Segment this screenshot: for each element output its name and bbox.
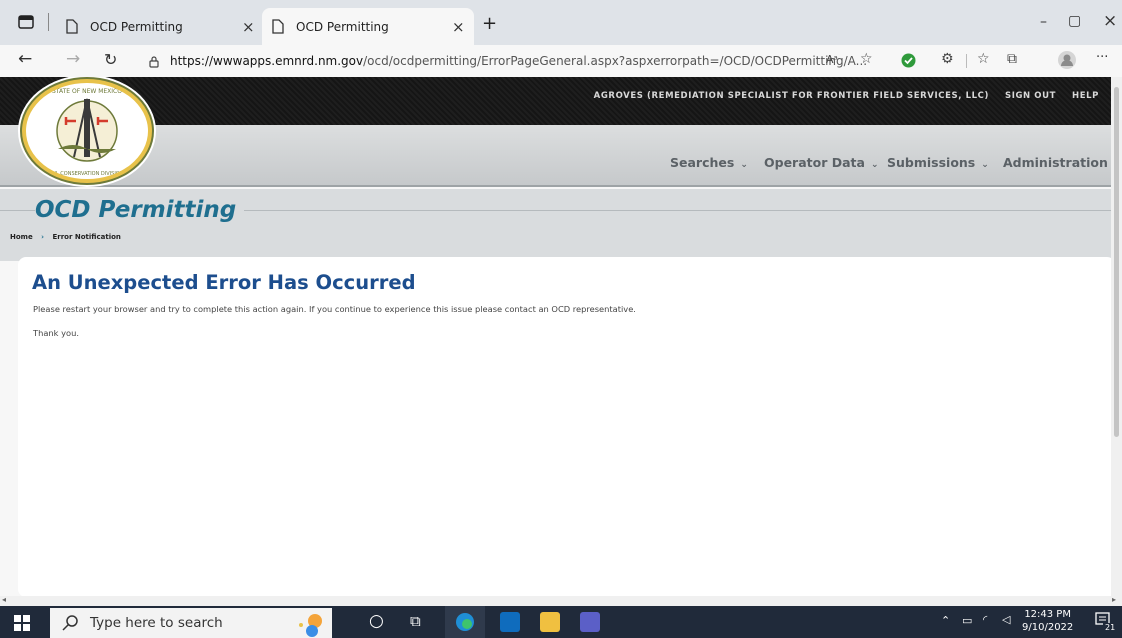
error-heading: An Unexpected Error Has Occurred (32, 271, 416, 294)
nav-submissions[interactable]: Submissions ⌄ (887, 155, 989, 170)
tab-actions-icon[interactable] (18, 15, 34, 29)
scroll-left-icon[interactable]: ◂ (2, 595, 6, 604)
lock-icon[interactable] (148, 55, 160, 68)
error-card: An Unexpected Error Has Occurred Please … (18, 257, 1111, 596)
scroll-thumb[interactable] (1114, 87, 1119, 437)
toolbar-divider (966, 54, 967, 68)
nav-label: Administration (1003, 155, 1108, 170)
task-view-icon[interactable]: ⧉ (410, 612, 421, 630)
favorite-star-icon[interactable]: ☆ (860, 51, 873, 67)
collections-icon[interactable]: ⧉ (1007, 51, 1017, 67)
tab-divider (48, 13, 49, 31)
page-title: OCD Permitting (35, 197, 245, 223)
extensions-icon[interactable]: ⚙ (941, 51, 954, 67)
main-nav: Searches ⌄ Operator Data ⌄ Submissions ⌄ Ad… (0, 125, 1111, 187)
url-path: /ocd/ocdpermitting/ErrorPageGeneral.aspx… (363, 54, 868, 68)
user-menu: AGROVES (REMEDIATION SPECIALIST FOR FRON… (594, 91, 1099, 101)
tray-chevron-icon[interactable]: ⌃ (941, 614, 950, 627)
nav-label: Searches (670, 155, 735, 170)
new-tab-button[interactable]: + (482, 13, 497, 34)
file-explorer-icon[interactable] (540, 612, 560, 632)
edge-icon[interactable] (455, 612, 475, 632)
svg-text:STATE OF NEW MEXICO: STATE OF NEW MEXICO (52, 88, 122, 95)
window-close-button[interactable]: × (1103, 11, 1117, 31)
sign-out-link[interactable]: SIGN OUT (1005, 91, 1056, 101)
nav-operator-data[interactable]: Operator Data ⌄ (764, 155, 879, 170)
teams-icon[interactable] (580, 612, 600, 632)
address-bar-row: ← → ↻ https://wwwapps.emnrd.nm.gov/ocd/o… (0, 45, 1122, 77)
tab-close-icon[interactable]: × (242, 18, 255, 36)
nav-label: Submissions (887, 155, 976, 170)
windows-taskbar: Type here to search ○ ⧉ ⌃ ▭ ◜ ◁ 12:43 PM… (0, 606, 1122, 638)
wifi-icon[interactable]: ◜ (983, 613, 987, 626)
horizontal-scrollbar[interactable]: ◂ ▸ (0, 595, 1122, 606)
clock-date: 9/10/2022 (1022, 622, 1074, 633)
volume-icon[interactable]: ◁ (1002, 613, 1010, 626)
browser-tab-bar: OCD Permitting × OCD Permitting × + – ▢ … (0, 0, 1122, 45)
breadcrumb: Home › Error Notification (10, 233, 121, 241)
outlook-icon[interactable] (500, 612, 520, 632)
svg-text:OIL CONSERVATION DIVISION: OIL CONSERVATION DIVISION (51, 171, 124, 177)
page-icon (272, 19, 284, 34)
cortana-icon[interactable]: ○ (369, 611, 384, 631)
vertical-scrollbar[interactable] (1111, 77, 1122, 596)
more-menu-button[interactable]: ··· (1096, 50, 1108, 65)
error-message: Please restart your browser and try to c… (33, 304, 636, 314)
notification-count-badge: 21 (1103, 623, 1118, 632)
tab-label: OCD Permitting (296, 19, 389, 34)
chevron-down-icon: ⌄ (981, 160, 989, 170)
url-host: https://wwwapps.emnrd.nm.gov (170, 54, 364, 68)
back-icon[interactable]: ← (18, 49, 32, 69)
breadcrumb-home[interactable]: Home (10, 233, 33, 241)
nav-administration[interactable]: Administration⌄ (1003, 155, 1111, 170)
tab-close-icon[interactable]: × (452, 18, 465, 36)
search-placeholder: Type here to search (90, 615, 223, 631)
breadcrumb-current: Error Notification (52, 233, 121, 241)
nm-ocd-seal-logo[interactable]: STATE OF NEW MEXICO OIL CONSERVATION DIV… (22, 79, 152, 183)
webpage: AGROVES (REMEDIATION SPECIALIST FOR FRON… (0, 77, 1111, 596)
help-link[interactable]: HELP (1072, 91, 1099, 101)
extension-check-icon[interactable] (901, 53, 916, 68)
nav-searches[interactable]: Searches ⌄ (670, 155, 748, 170)
windows-start-icon[interactable] (14, 615, 30, 631)
url-field[interactable]: https://wwwapps.emnrd.nm.gov/ocd/ocdperm… (148, 48, 888, 74)
read-aloud-icon[interactable]: Aᵃ (826, 53, 838, 66)
favorites-icon[interactable]: ☆ (977, 51, 990, 67)
nav-label: Operator Data (764, 155, 865, 170)
taskbar-search-box[interactable]: Type here to search (50, 608, 332, 638)
user-label: AGROVES (REMEDIATION SPECIALIST FOR FRON… (593, 91, 989, 101)
site-top-bar: AGROVES (REMEDIATION SPECIALIST FOR FRON… (0, 77, 1111, 125)
thank-you-text: Thank you. (33, 328, 79, 338)
minimize-button[interactable]: – (1040, 14, 1047, 30)
maximize-button[interactable]: ▢ (1068, 13, 1081, 29)
refresh-icon[interactable]: ↻ (104, 50, 117, 69)
tab-ocd-permitting-1[interactable]: OCD Permitting × (62, 8, 262, 45)
chevron-down-icon: ⌄ (870, 160, 879, 170)
search-highlight-icon[interactable] (295, 611, 329, 637)
page-banner: OCD Permitting Home › Error Notification (0, 189, 1111, 261)
forward-icon[interactable]: → (66, 49, 80, 69)
profile-avatar[interactable] (1058, 51, 1076, 69)
taskbar-clock[interactable]: 12:43 PM 9/10/2022 (1022, 608, 1073, 634)
clock-time: 12:43 PM (1024, 609, 1071, 620)
tab-ocd-permitting-2[interactable]: OCD Permitting × (262, 8, 474, 45)
page-icon (66, 19, 78, 34)
search-icon (62, 615, 78, 631)
battery-icon[interactable]: ▭ (962, 614, 972, 627)
scroll-right-icon[interactable]: ▸ (1112, 595, 1116, 604)
tab-label: OCD Permitting (90, 19, 183, 34)
breadcrumb-separator-icon: › (41, 233, 45, 241)
chevron-down-icon: ⌄ (740, 160, 748, 170)
